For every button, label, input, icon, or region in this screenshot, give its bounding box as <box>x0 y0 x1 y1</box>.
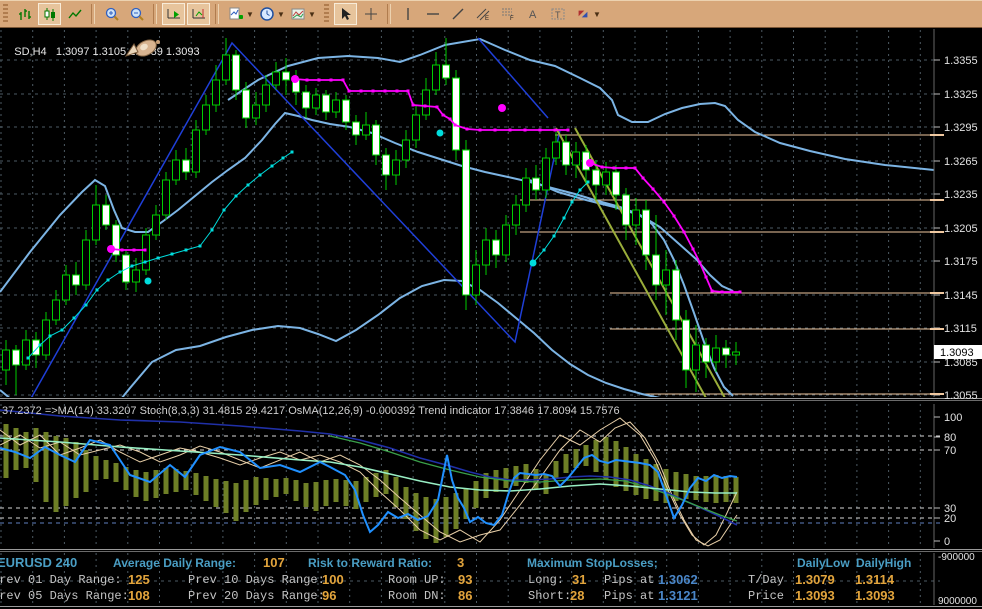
indicator-pane-label: 37.2372 =>MA(14) 33.3207 Stoch(8,3,3) 31… <box>2 405 620 417</box>
pips-at1-value: 1.3062 <box>658 572 698 587</box>
ohlc-values: 1.3097 1.3105 1.3089 1.3093 <box>56 46 200 58</box>
chart-title: SD,H4 1.3097 1.3105 1.3089 1.3093 <box>2 34 200 70</box>
svg-text:20: 20 <box>944 513 956 525</box>
p10-label: Prev 10 Days Range: <box>188 573 325 587</box>
current-price-box: 1.3093 <box>934 345 982 359</box>
dailyhigh-header: DailyHigh <box>856 556 911 570</box>
roomup-label: Room UP: <box>388 573 446 587</box>
svg-text:70: 70 <box>944 445 956 457</box>
rr-value: 3 <box>457 555 464 570</box>
p05-value: 108 <box>128 588 150 603</box>
svg-text:100: 100 <box>944 412 962 424</box>
svg-text:1.3055: 1.3055 <box>944 390 978 402</box>
pips-at2-label: Pips at <box>604 589 654 603</box>
long-label: Long: <box>528 573 564 587</box>
svg-text:1.3265: 1.3265 <box>944 156 978 168</box>
price-high: 1.3093 <box>855 588 895 603</box>
svg-text:-900000: -900000 <box>938 552 975 563</box>
rr-label: Risk to Reward Ratio: <box>308 556 432 570</box>
svg-text:1.3145: 1.3145 <box>944 290 978 302</box>
svg-text:1.3175: 1.3175 <box>944 256 978 268</box>
roomdn-label: Room DN: <box>388 589 446 603</box>
pips-at2-value: 1.3121 <box>658 588 698 603</box>
tday-label: T/Day <box>748 573 784 587</box>
mt4-window: ▼ ▼ ▼ <box>0 0 982 609</box>
adr-value: 107 <box>263 555 285 570</box>
svg-text:80: 80 <box>944 432 956 444</box>
svg-text:9000000: 9000000 <box>938 596 977 607</box>
p01-label: Prev 01 Day Range: <box>0 573 122 587</box>
symbol-period-label: SD,H4 <box>14 46 46 58</box>
pips-at1-label: Pips at <box>604 573 654 587</box>
roomdn-value: 86 <box>458 588 472 603</box>
svg-text:0: 0 <box>944 536 950 548</box>
chart-canvas[interactable]: 1.3355 1.3325 1.3295 1.3265 1.3235 1.3205 1.31… <box>0 0 982 609</box>
price-label: Price <box>748 589 784 603</box>
svg-text:1.3355: 1.3355 <box>944 55 978 67</box>
svg-text:1.3093: 1.3093 <box>940 347 974 359</box>
svg-text:1.3235: 1.3235 <box>944 189 978 201</box>
svg-text:1.3325: 1.3325 <box>944 89 978 101</box>
tday-high: 1.3114 <box>855 572 894 587</box>
maxsl-label: Maximum StopLosses; <box>527 556 658 570</box>
p20-label: Prev 20 Days Range: <box>188 589 325 603</box>
p10-value: 100 <box>322 572 344 587</box>
p20-value: 96 <box>322 588 336 603</box>
adr-label: Average Daily Range: <box>113 556 236 570</box>
short-value: 28 <box>570 588 584 603</box>
long-value: 31 <box>572 572 586 587</box>
price-low: 1.3093 <box>795 588 835 603</box>
roomup-value: 93 <box>458 572 472 587</box>
svg-text:1.3295: 1.3295 <box>944 122 978 134</box>
short-label: Short: <box>528 589 571 603</box>
svg-text:1.3205: 1.3205 <box>944 223 978 235</box>
svg-text:1.3115: 1.3115 <box>944 323 977 335</box>
p05-label: Prev 05 Days Range: <box>0 589 129 603</box>
dailylow-header: DailyLow <box>797 556 850 570</box>
tday-low: 1.3079 <box>795 572 835 587</box>
info-symbol: EURUSD 240 <box>0 555 77 570</box>
p01-value: 125 <box>128 572 150 587</box>
